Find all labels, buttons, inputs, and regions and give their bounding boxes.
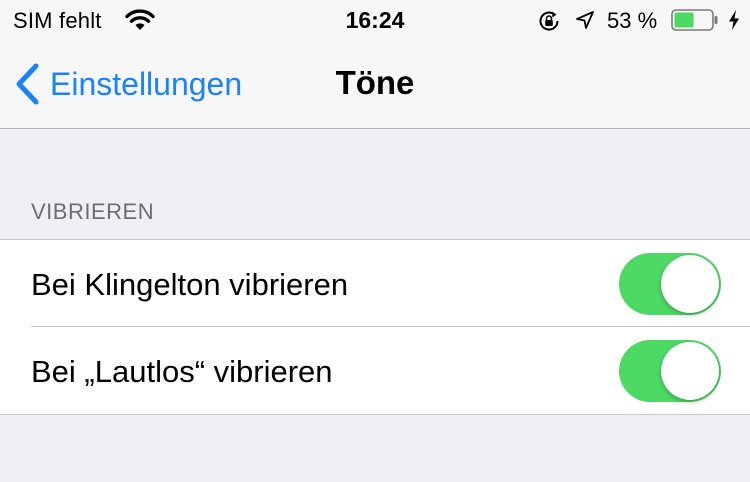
toggle-knob (661, 342, 719, 400)
toggle-knob (661, 255, 719, 313)
status-bar: SIM fehlt 16:24 53 % (0, 0, 750, 40)
top-bar: SIM fehlt 16:24 53 % Einstellungen Töne (0, 0, 750, 129)
row-label: Bei „Lautlos“ vibrieren (31, 354, 333, 389)
section-header: VIBRIEREN (31, 199, 155, 224)
battery-icon (671, 9, 718, 31)
navigation-bar: Einstellungen Töne (0, 40, 750, 128)
charging-bolt-icon (729, 10, 739, 30)
rotation-lock-icon (539, 11, 559, 31)
list-item-silent-vibrate: Bei „Lautlos“ vibrieren (0, 327, 750, 414)
page-title: Töne (335, 64, 415, 101)
ringtone-vibrate-toggle[interactable] (619, 253, 721, 315)
settings-group: Bei Klingelton vibrieren Bei „Lautlos“ v… (0, 239, 750, 415)
list-item-ringtone-vibrate: Bei Klingelton vibrieren (0, 240, 750, 327)
location-icon (576, 11, 594, 29)
row-label: Bei Klingelton vibrieren (31, 267, 349, 302)
settings-screen: SIM fehlt 16:24 53 % Einstellungen Töne … (0, 0, 750, 482)
battery-percent: 53 % (607, 8, 658, 33)
silent-vibrate-toggle[interactable] (619, 340, 721, 402)
